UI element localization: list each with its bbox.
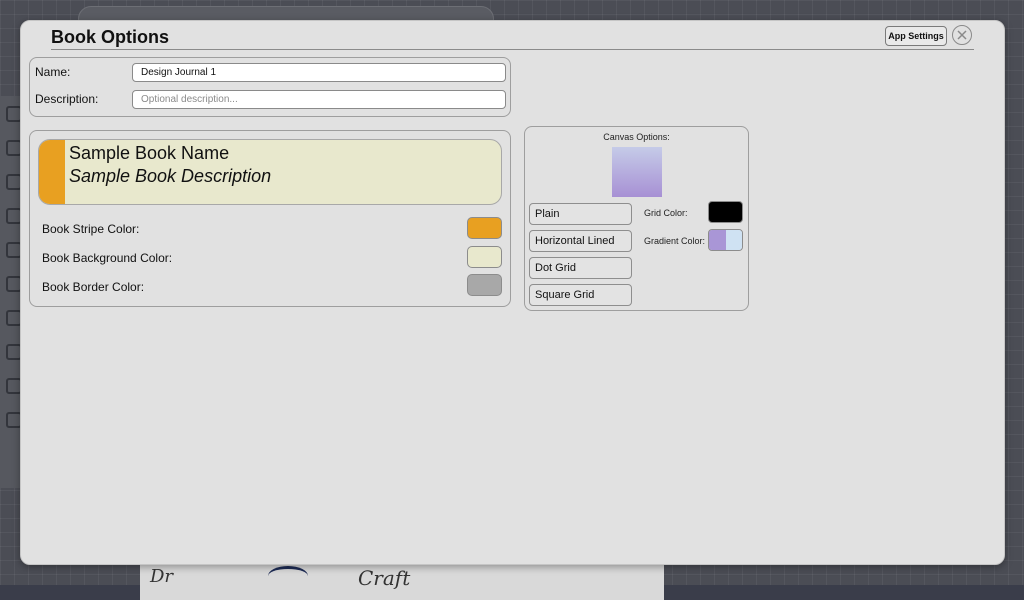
canvas-options-panel: Canvas Options: Plain Horizontal Lined D… xyxy=(524,126,749,311)
name-input[interactable] xyxy=(132,63,506,82)
grid-color-label: Grid Color: xyxy=(644,208,688,218)
background-canvas-sketch xyxy=(268,566,308,586)
close-button[interactable] xyxy=(952,25,972,45)
gradient-color-label: Gradient Color: xyxy=(644,236,706,246)
background-color-swatch[interactable] xyxy=(467,246,502,268)
border-color-label: Book Border Color: xyxy=(42,280,145,294)
border-color-swatch[interactable] xyxy=(467,274,502,296)
app-settings-button[interactable]: App Settings xyxy=(885,26,947,46)
sample-book-description: Sample Book Description xyxy=(69,166,272,186)
sample-book-name: Sample Book Name xyxy=(69,143,230,163)
book-options-dialog: Book Options App Settings Name: Descript… xyxy=(20,20,1005,565)
close-circle-icon xyxy=(957,30,967,40)
canvas-square-grid-button[interactable]: Square Grid xyxy=(529,284,632,306)
background-color-label: Book Background Color: xyxy=(42,251,173,265)
grid-color-swatch[interactable] xyxy=(708,201,743,223)
canvas-preview xyxy=(612,147,662,197)
book-stripe xyxy=(39,140,65,204)
background-canvas-text: Dr xyxy=(150,566,174,587)
dialog-title: Book Options xyxy=(51,27,169,47)
canvas-plain-button[interactable]: Plain xyxy=(529,203,632,225)
gradient-end-swatch[interactable] xyxy=(725,230,742,250)
description-input[interactable] xyxy=(132,90,506,109)
canvas-dot-grid-button[interactable]: Dot Grid xyxy=(529,257,632,279)
name-label: Name: xyxy=(35,65,71,79)
title-divider xyxy=(51,49,974,50)
background-canvas-text: Craft xyxy=(358,566,411,590)
gradient-start-swatch[interactable] xyxy=(709,230,726,250)
book-preview-body: Sample Book Name Sample Book Description xyxy=(65,140,501,204)
description-label: Description: xyxy=(35,92,99,106)
gradient-color-swatch[interactable] xyxy=(708,229,743,251)
stripe-color-label: Book Stripe Color: xyxy=(42,222,140,236)
book-preview: Sample Book Name Sample Book Description xyxy=(38,139,502,205)
book-appearance-panel: Sample Book Name Sample Book Description… xyxy=(29,130,511,307)
canvas-horizontal-lined-button[interactable]: Horizontal Lined xyxy=(529,230,632,252)
book-info-panel: Name: Description: xyxy=(29,57,511,117)
stripe-color-swatch[interactable] xyxy=(467,217,502,239)
canvas-options-title: Canvas Options: xyxy=(603,132,670,142)
